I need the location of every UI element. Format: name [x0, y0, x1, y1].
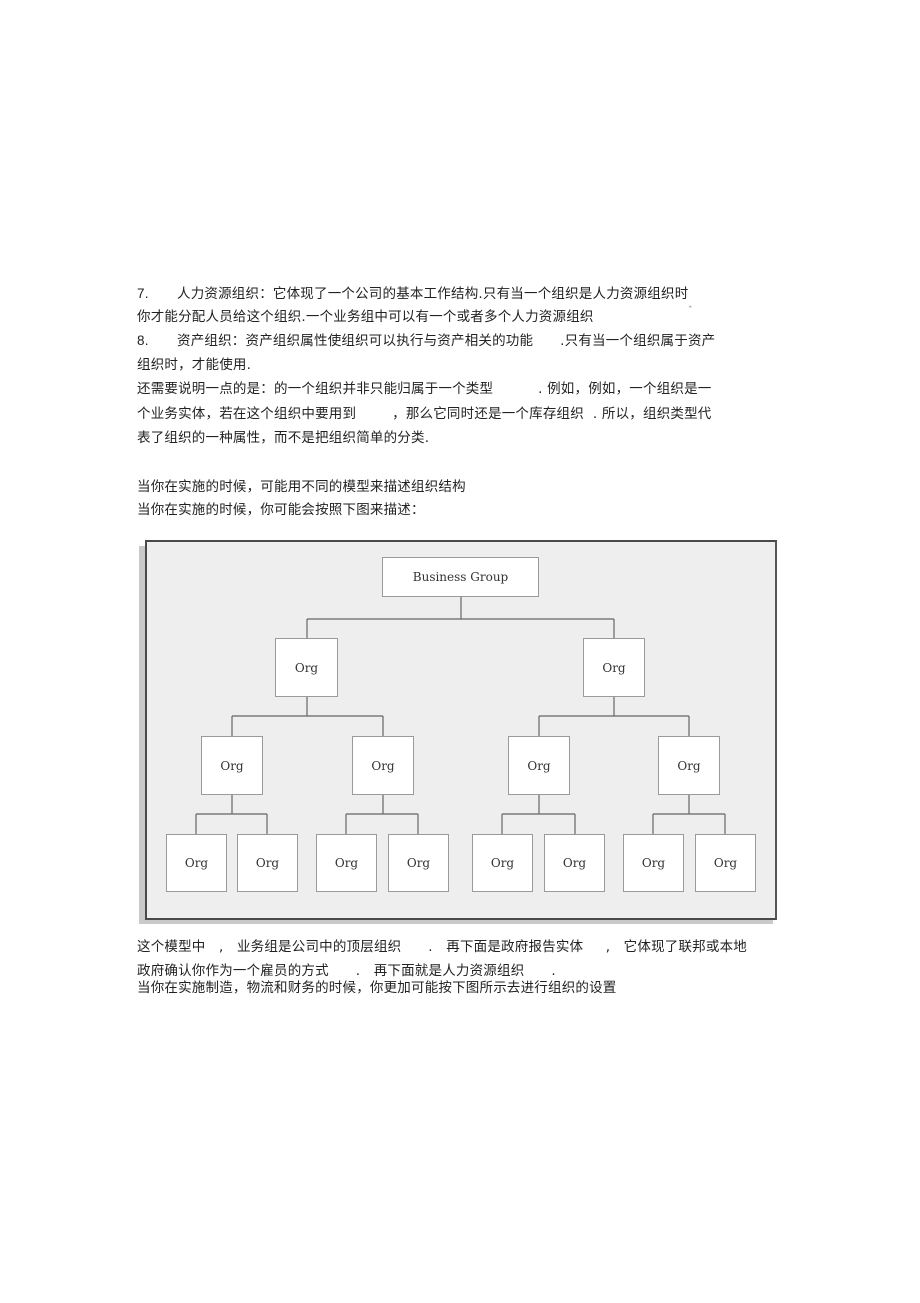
node-org-leaf: Org — [166, 834, 227, 892]
node-org-level2: Org — [658, 736, 720, 795]
node-org-level2: Org — [508, 736, 570, 795]
model-description-line-1: 这个模型中 , 业务组是公司中的顶层组织 . 再下面是政府报告实体 , 它体现了… — [137, 939, 747, 955]
node-org-leaf: Org — [623, 834, 684, 892]
node-org-level1: Org — [275, 638, 338, 697]
manufacturing-intro-line: 当你在实施制造，物流和财务的时候，你更加可能按下图所示去进行组织的设置 — [137, 980, 617, 996]
node-org-leaf: Org — [472, 834, 533, 892]
node-org-leaf: Org — [695, 834, 756, 892]
node-org-level2: Org — [201, 736, 263, 795]
connector-lines — [195, 597, 726, 834]
node-org-leaf: Org — [316, 834, 377, 892]
node-org-leaf: Org — [544, 834, 605, 892]
node-org-level2: Org — [352, 736, 414, 795]
node-org-leaf: Org — [388, 834, 449, 892]
model-description-line-2: 政府确认你作为一个雇员的方式 . 再下面就是人力资源组织 . — [137, 963, 556, 979]
node-business-group: Business Group — [382, 557, 539, 597]
node-org-level1: Org — [583, 638, 645, 697]
node-org-leaf: Org — [237, 834, 298, 892]
